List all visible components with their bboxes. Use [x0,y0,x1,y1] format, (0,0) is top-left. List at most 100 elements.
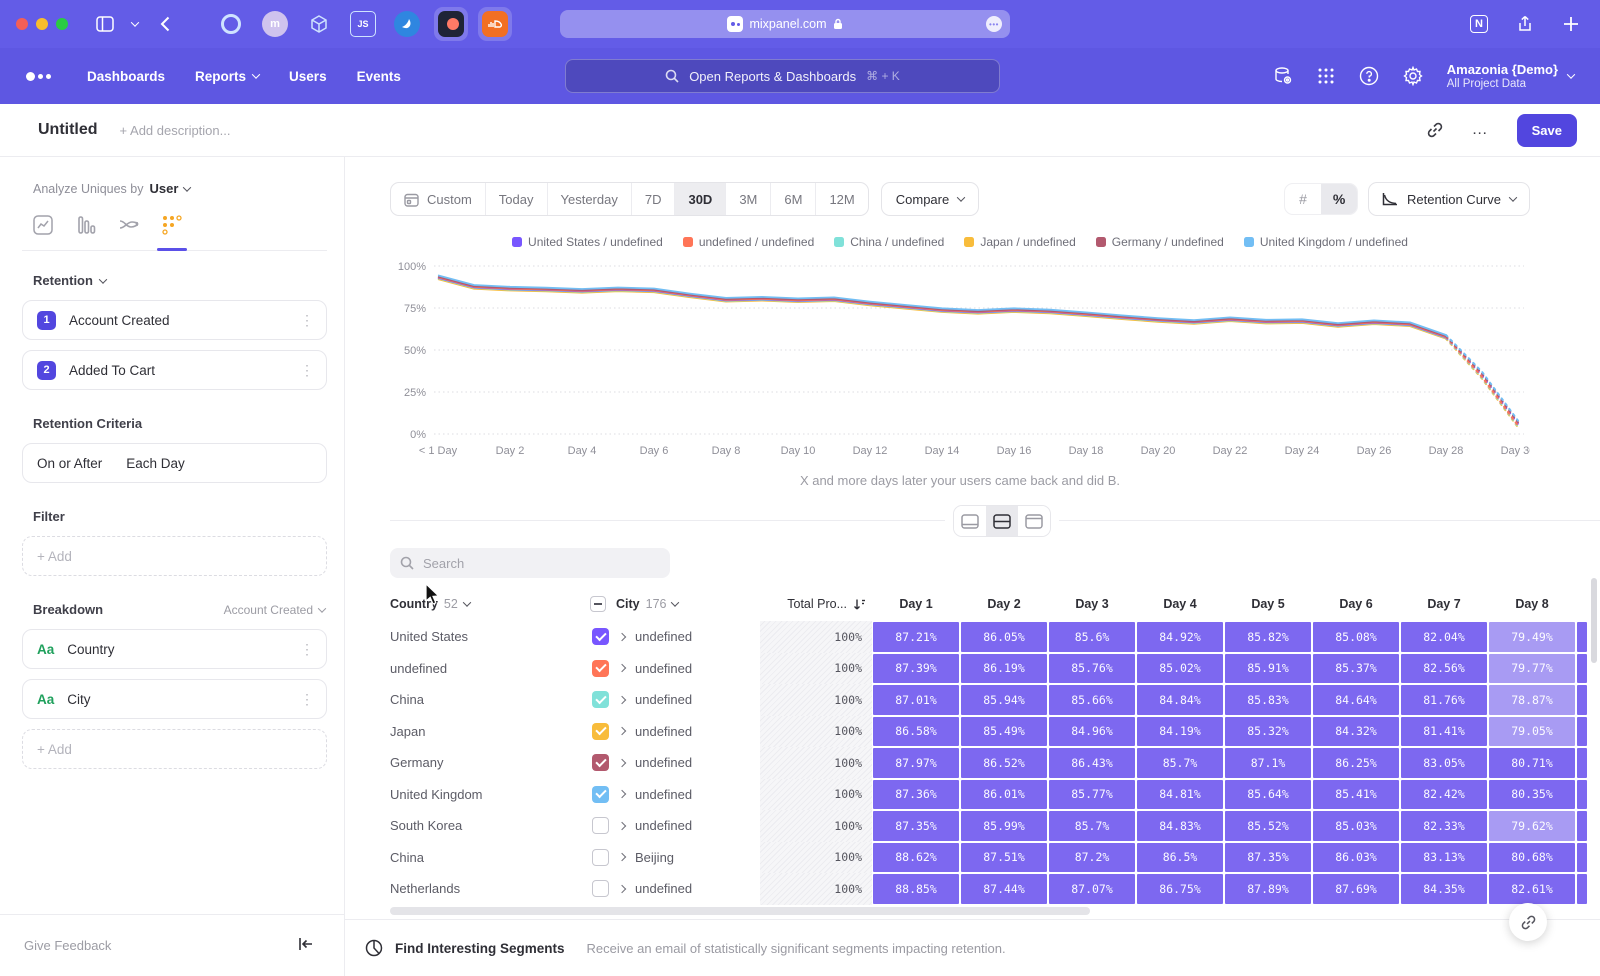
expand-row-chevron-icon[interactable] [618,633,626,641]
legend-item[interactable]: Germany / undefined [1096,235,1224,249]
expand-row-chevron-icon[interactable] [618,853,626,861]
mixpanel-logo[interactable] [26,72,51,81]
breakdown-country[interactable]: Aa Country ⋮ [22,629,327,669]
pinned-tab-cube-icon[interactable] [302,7,336,41]
project-switcher[interactable]: Amazonia {Demo} All Project Data [1447,62,1574,91]
retention-step-2[interactable]: 2 Added To Cart ⋮ [22,350,327,390]
date-range-30d[interactable]: 30D [674,183,725,215]
analyze-value-dropdown[interactable]: User [149,181,178,196]
report-title[interactable]: Untitled [38,121,98,139]
window-close-button[interactable] [16,18,28,30]
expand-row-chevron-icon[interactable] [618,790,626,798]
retention-criteria-card[interactable]: On or After Each Day [22,443,327,483]
expand-row-chevron-icon[interactable] [618,696,626,704]
legend-item[interactable]: Japan / undefined [964,235,1075,249]
view-chart-only-button[interactable] [954,506,986,536]
row-checkbox[interactable] [592,880,609,897]
global-search[interactable]: Open Reports & Dashboards ⌘ + K [565,59,1000,93]
add-filter-button[interactable]: + Add [22,536,327,576]
criteria-interval[interactable]: Each Day [126,456,185,471]
city-column-header[interactable]: City 176 [576,596,760,612]
legend-item[interactable]: United States / undefined [512,235,663,249]
find-segments-title[interactable]: Find Interesting Segments [395,941,565,956]
save-button[interactable]: Save [1517,114,1577,147]
help-icon[interactable] [1359,66,1379,86]
row-checkbox[interactable] [592,691,609,708]
row-checkbox[interactable] [592,628,609,645]
pinned-tab-soundcloud-icon[interactable] [478,7,512,41]
retention-section-header[interactable]: Retention [33,273,327,288]
legend-item[interactable]: China / undefined [834,235,944,249]
collapse-sidebar-icon[interactable] [298,937,314,955]
row-checkbox[interactable] [592,754,609,771]
date-range-7d[interactable]: 7D [631,183,675,215]
nav-item-reports[interactable]: Reports [195,69,259,84]
chevron-down-icon[interactable] [128,11,142,37]
compare-button[interactable]: Compare [881,182,979,216]
horizontal-scrollbar[interactable] [390,907,1090,915]
nav-item-dashboards[interactable]: Dashboards [87,69,165,84]
tab-flows-icon[interactable] [116,212,142,238]
data-management-icon[interactable] [1273,66,1293,86]
row-checkbox[interactable] [592,817,609,834]
window-minimize-button[interactable] [36,18,48,30]
country-column-header[interactable]: Country 52 [390,597,576,611]
day-column-header[interactable]: Day 5 [1224,597,1312,611]
expand-row-chevron-icon[interactable] [618,885,626,893]
chart-type-dropdown[interactable]: Retention Curve [1368,182,1530,216]
row-checkbox[interactable] [592,723,609,740]
count-toggle-button[interactable]: # [1285,184,1321,214]
tab-insights-icon[interactable] [30,212,56,238]
total-column-header[interactable]: Total Pro... [760,597,872,611]
pinned-tab-patreon-icon[interactable] [434,7,468,41]
table-search-input[interactable] [423,556,643,571]
window-zoom-button[interactable] [56,18,68,30]
day-column-header[interactable]: Day 4 [1136,597,1224,611]
row-checkbox[interactable] [592,786,609,803]
retention-step-1[interactable]: 1 Account Created ⋮ [22,300,327,340]
row-checkbox[interactable] [592,849,609,866]
legend-item[interactable]: United Kingdom / undefined [1244,235,1408,249]
pinned-tab-bird-icon[interactable] [390,7,424,41]
expand-row-chevron-icon[interactable] [618,727,626,735]
pinned-tab-m-icon[interactable]: m [258,7,292,41]
settings-gear-icon[interactable] [1403,66,1423,86]
nav-item-users[interactable]: Users [289,69,327,84]
day-column-header[interactable]: Day 6 [1312,597,1400,611]
select-all-checkbox[interactable] [590,596,606,612]
floating-share-link-button[interactable] [1509,903,1547,941]
kebab-menu-icon[interactable]: ⋮ [300,368,314,373]
tab-funnels-icon[interactable] [73,212,99,238]
pinned-tab-js-icon[interactable]: JS [346,7,380,41]
add-breakdown-button[interactable]: + Add [22,729,327,769]
apps-grid-icon[interactable] [1317,67,1335,85]
expand-row-chevron-icon[interactable] [618,759,626,767]
share-icon[interactable] [1512,11,1538,37]
kebab-menu-icon[interactable]: ⋮ [300,647,314,652]
view-table-only-button[interactable] [1018,506,1050,536]
date-range-6m[interactable]: 6M [770,183,815,215]
vertical-scrollbar[interactable] [1591,578,1597,663]
give-feedback-link[interactable]: Give Feedback [24,938,111,953]
date-range-3m[interactable]: 3M [725,183,770,215]
kebab-menu-icon[interactable]: ⋮ [300,318,314,323]
kebab-menu-icon[interactable]: ⋮ [300,697,314,702]
percent-toggle-button[interactable]: % [1321,184,1357,214]
day-column-header[interactable]: Day 1 [872,597,960,611]
expand-row-chevron-icon[interactable] [618,822,626,830]
date-range-yesterday[interactable]: Yesterday [547,183,631,215]
site-menu-icon[interactable]: ••• [986,16,1002,32]
tab-retention-icon[interactable] [159,212,185,238]
day-column-header[interactable]: Day 8 [1488,597,1576,611]
day-column-header[interactable]: Day 3 [1048,597,1136,611]
table-search[interactable] [390,548,670,578]
breakdown-city[interactable]: Aa City ⋮ [22,679,327,719]
nav-item-events[interactable]: Events [357,69,401,84]
new-tab-icon[interactable] [1558,11,1584,37]
address-bar[interactable]: mixpanel.com ••• [560,10,1010,38]
copy-link-icon[interactable] [1426,121,1444,139]
view-split-button[interactable] [986,506,1018,536]
notion-extension-icon[interactable]: N [1466,11,1492,37]
sidebar-toggle-icon[interactable] [92,11,118,37]
row-checkbox[interactable] [592,660,609,677]
